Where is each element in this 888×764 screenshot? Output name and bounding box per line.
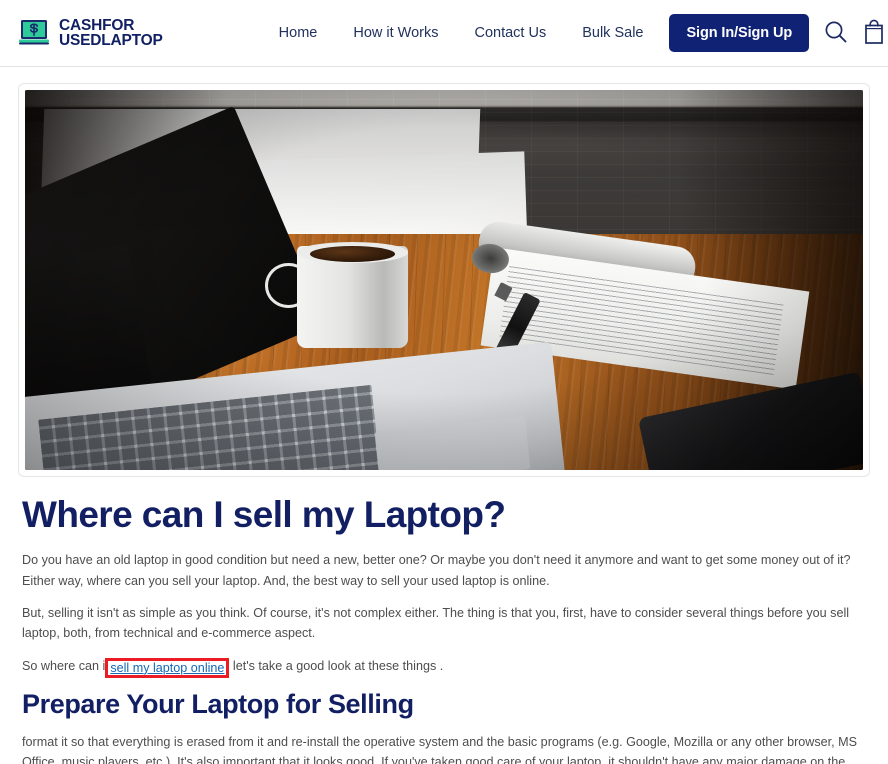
section-heading-prepare: Prepare Your Laptop for Selling xyxy=(22,689,414,720)
nav-item-contact-us[interactable]: Contact Us xyxy=(474,25,546,41)
nav-item-bulk-sale[interactable]: Bulk Sale xyxy=(582,25,643,41)
nav-item-how-it-works[interactable]: How it Works xyxy=(353,25,438,41)
hero-photo xyxy=(25,90,863,470)
paragraph-3: So where can i sell my laptop online let'… xyxy=(22,656,866,679)
laptop-money-icon xyxy=(18,18,52,48)
paragraph-3-lead-text: So where can i xyxy=(22,658,106,673)
page-body: Where can I sell my Laptop? Do you have … xyxy=(0,83,888,764)
hero-image-card xyxy=(18,83,870,477)
cart-button[interactable] xyxy=(863,18,885,48)
page-title: Where can I sell my Laptop? xyxy=(22,494,506,535)
header-actions: Sign In/Sign Up xyxy=(669,14,885,52)
search-icon xyxy=(823,19,849,48)
brand-wordmark: CASHFOR USEDLAPTOP xyxy=(59,16,163,49)
brand-line-1: CASHFOR xyxy=(59,16,135,34)
search-button[interactable] xyxy=(823,19,849,48)
shopping-bag-icon xyxy=(863,18,885,48)
site-header: CASHFOR USEDLAPTOP Home How it Works Con… xyxy=(0,0,888,67)
paragraph-4: format it so that everything is erased f… xyxy=(22,734,858,764)
paragraph-2: But, selling it isn't as simple as you t… xyxy=(22,606,850,641)
sell-my-laptop-online-link[interactable]: sell my laptop online xyxy=(110,661,224,675)
link-highlight-box: sell my laptop online xyxy=(105,657,230,679)
nav-item-home[interactable]: Home xyxy=(279,25,318,41)
brand-line-2: USEDLAPTOP xyxy=(59,32,163,49)
main-navigation: Home How it Works Contact Us Bulk Sale xyxy=(279,25,644,41)
sign-in-sign-up-button[interactable]: Sign In/Sign Up xyxy=(669,14,810,52)
article-content: Where can I sell my Laptop? Do you have … xyxy=(18,495,870,764)
paragraph-1: Do you have an old laptop in good condit… xyxy=(22,553,851,588)
brand-logo[interactable]: CASHFOR USEDLAPTOP xyxy=(18,16,163,49)
paragraph-3-trail-text: let's take a good look at these things . xyxy=(232,658,444,673)
